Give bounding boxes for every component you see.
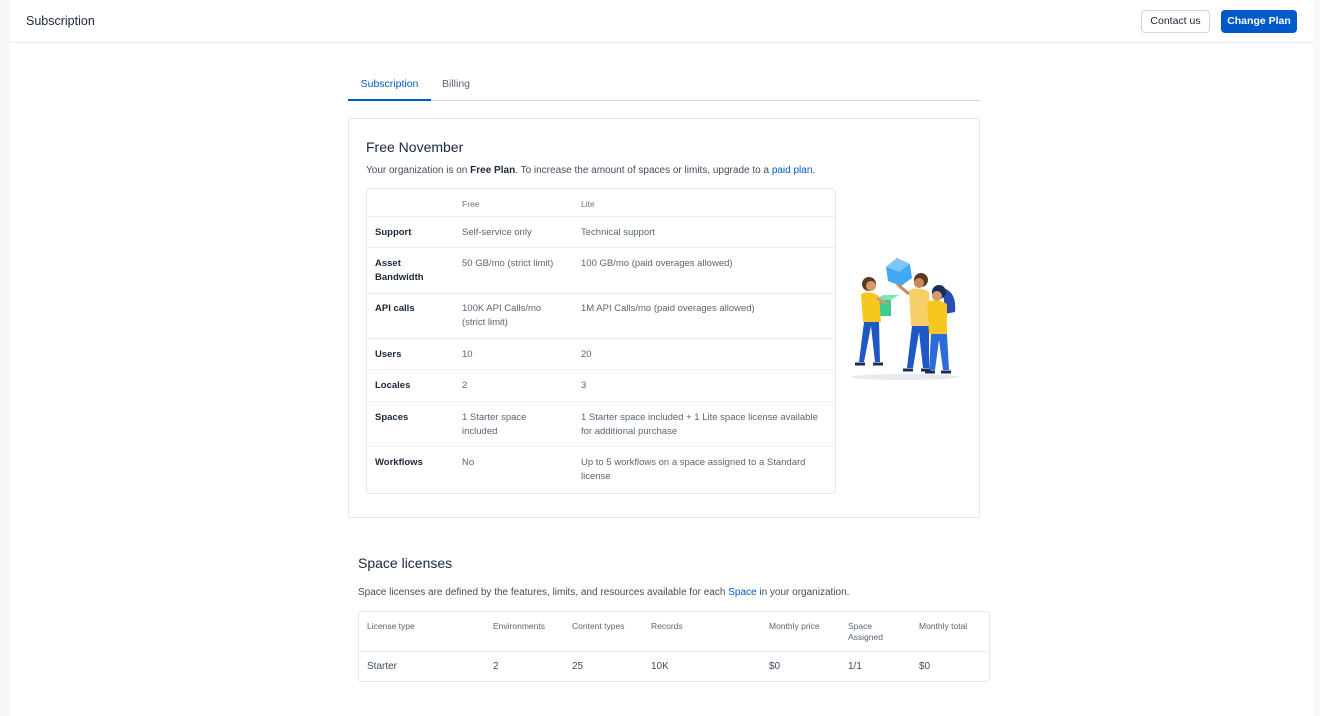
free-value: 1 Starter space included bbox=[462, 412, 527, 437]
lite-value: 1M API Calls/mo (paid overages allowed) bbox=[581, 303, 755, 314]
column-header: License type bbox=[367, 621, 415, 631]
free-value: 10 bbox=[462, 349, 473, 360]
plan-table-row: Users 10 20 bbox=[367, 339, 835, 370]
lite-value: Technical support bbox=[581, 227, 655, 238]
paid-plan-link[interactable]: paid plan bbox=[772, 165, 813, 176]
plan-table-header-free: Free bbox=[462, 199, 480, 209]
plan-table-row: Asset Bandwidth 50 GB/mo (strict limit) … bbox=[367, 248, 835, 294]
lite-value: 20 bbox=[581, 349, 592, 360]
plan-desc-prefix: Your organization is on bbox=[366, 165, 471, 176]
space-licenses-table: License type Environments Content types … bbox=[358, 611, 990, 682]
plan-comparison-table: Free Lite Support Self-service only Tech… bbox=[366, 188, 836, 494]
monthly-price-cell: $0 bbox=[769, 661, 781, 672]
space-licenses-description: Space licenses are defined by the featur… bbox=[358, 587, 849, 598]
plan-table-row: Workflows No Up to 5 workflows on a spac… bbox=[367, 447, 835, 493]
column-header: Environments bbox=[493, 621, 545, 631]
column-header: Monthly price bbox=[769, 621, 820, 631]
content-types-cell: 25 bbox=[572, 661, 584, 672]
plan-table-header: Free Lite bbox=[367, 189, 835, 217]
plan-card: Free November Your organization is on Fr… bbox=[348, 118, 980, 518]
space-assigned-cell: 1/1 bbox=[848, 661, 862, 672]
plan-description: Your organization is on Free Plan. To in… bbox=[366, 165, 815, 176]
licenses-desc-suffix: in your organization. bbox=[756, 587, 850, 598]
feature-label: Asset Bandwidth bbox=[375, 258, 424, 283]
records-cell: 10K bbox=[651, 661, 669, 672]
table-row: Starter 2 25 10K $0 1/1 $0 bbox=[359, 652, 989, 682]
lite-value: 3 bbox=[581, 380, 587, 391]
free-value: 2 bbox=[462, 380, 468, 391]
feature-label: Workflows bbox=[375, 457, 423, 468]
app-frame: Subscription Contact us Change Plan Subs… bbox=[10, 0, 1313, 716]
free-value: Self-service only bbox=[462, 227, 532, 238]
free-value: 100K API Calls/mo (strict limit) bbox=[462, 303, 542, 328]
change-plan-button[interactable]: Change Plan bbox=[1221, 10, 1297, 33]
column-header: Content types bbox=[572, 621, 625, 631]
feature-label: Locales bbox=[375, 380, 411, 391]
monthly-total-cell: $0 bbox=[919, 661, 931, 672]
licenses-desc-prefix: Space licenses are defined by the featur… bbox=[358, 587, 729, 598]
plan-table-row: Spaces 1 Starter space included 1 Starte… bbox=[367, 402, 835, 447]
top-bar: Subscription Contact us Change Plan bbox=[10, 0, 1313, 43]
license-type-cell: Starter bbox=[367, 661, 398, 672]
space-licenses-title: Space licenses bbox=[358, 555, 453, 571]
plan-table-row: Locales 2 3 bbox=[367, 370, 835, 402]
lite-value: 1 Starter space included + 1 Lite space … bbox=[581, 412, 818, 437]
environments-cell: 2 bbox=[493, 661, 499, 672]
plan-desc-middle: . To increase the amount of spaces or li… bbox=[515, 165, 772, 176]
free-value: No bbox=[462, 457, 475, 468]
plan-table-row: Support Self-service only Technical supp… bbox=[367, 217, 835, 248]
column-header: Monthly total bbox=[919, 621, 968, 631]
feature-label: Users bbox=[375, 349, 402, 360]
column-header: Records bbox=[651, 621, 683, 631]
feature-label: Support bbox=[375, 227, 412, 238]
plan-table-header-lite: Lite bbox=[581, 199, 595, 209]
column-header: Space Assigned bbox=[848, 621, 883, 642]
feature-label: API calls bbox=[375, 303, 415, 314]
plan-desc-suffix: . bbox=[812, 165, 816, 176]
space-link[interactable]: Space bbox=[728, 587, 756, 598]
feature-label: Spaces bbox=[375, 412, 409, 423]
contact-us-button[interactable]: Contact us bbox=[1141, 10, 1210, 33]
lite-value: 100 GB/mo (paid overages allowed) bbox=[581, 258, 733, 269]
free-value: 50 GB/mo (strict limit) bbox=[462, 258, 554, 269]
tab-billing[interactable]: Billing bbox=[431, 70, 481, 101]
tab-bar: Subscription Billing bbox=[348, 70, 980, 101]
team-illustration bbox=[851, 258, 959, 380]
page-title: Subscription bbox=[26, 14, 95, 28]
plan-title: Free November bbox=[366, 139, 464, 155]
tab-subscription[interactable]: Subscription bbox=[348, 70, 431, 101]
lite-value: Up to 5 workflows on a space assigned to… bbox=[581, 457, 806, 482]
plan-table-row: API calls 100K API Calls/mo (strict limi… bbox=[367, 294, 835, 339]
table-header-row: License type Environments Content types … bbox=[359, 612, 989, 652]
plan-desc-plan-name: Free Plan bbox=[470, 165, 516, 176]
